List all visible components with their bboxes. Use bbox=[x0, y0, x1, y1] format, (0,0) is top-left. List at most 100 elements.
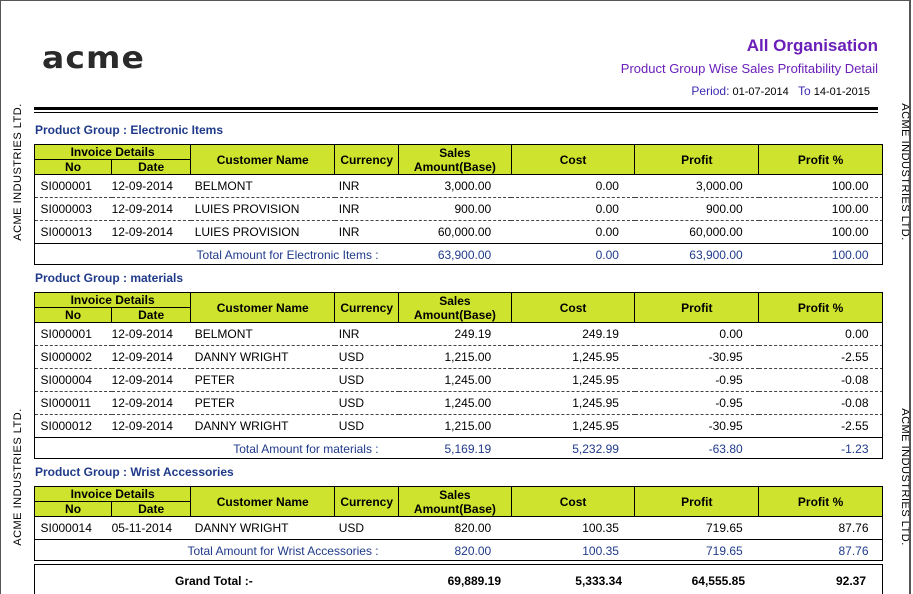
table-row: SI000013 12-09-2014 LUIES PROVISION INR 60,0… bbox=[34, 220, 883, 244]
grand-total-sales: 69,889.19 bbox=[447, 574, 501, 588]
cell-cost: 1,245.95 bbox=[511, 391, 635, 415]
header-currency: Currency bbox=[334, 144, 400, 175]
cell-invoice-no: SI000013 bbox=[34, 220, 112, 244]
side-label-right-top: ACME INDUSTRIES LTD. bbox=[898, 103, 911, 241]
side-label-left-bottom: ACME INDUSTRIES LTD. bbox=[11, 408, 24, 546]
cell-profit: 719.65 bbox=[634, 516, 759, 540]
cell-customer-name: LUIES PROVISION bbox=[190, 197, 335, 221]
table-row: SI000004 12-09-2014 PETER USD 1,245.00 1,245.… bbox=[34, 368, 883, 392]
organisation-title: All Organisation bbox=[746, 36, 878, 55]
group-total-label: Total Amount for materials : bbox=[34, 437, 399, 459]
header-cost: Cost bbox=[510, 486, 636, 517]
product-group-title: Product Group : Wrist Accessories bbox=[35, 465, 234, 479]
header-invoice-no: No bbox=[33, 501, 113, 517]
cell-cost: 1,245.95 bbox=[511, 414, 635, 438]
cell-sales-amount: 3,000.00 bbox=[398, 174, 512, 198]
grand-total-cost: 5,333.34 bbox=[575, 574, 622, 588]
cell-profit: 60,000.00 bbox=[634, 220, 759, 244]
side-label-left-top: ACME INDUSTRIES LTD. bbox=[11, 103, 24, 241]
product-group-title: Product Group : materials bbox=[35, 271, 184, 285]
cell-invoice-no: SI000001 bbox=[34, 174, 112, 198]
header-invoice-details: Invoice Details bbox=[33, 292, 192, 308]
cell-invoice-no: SI000003 bbox=[34, 197, 112, 221]
cell-invoice-date: 05-11-2014 bbox=[111, 516, 191, 540]
cell-invoice-date: 12-09-2014 bbox=[111, 414, 191, 438]
group-total-cost: 5,232.99 bbox=[511, 437, 635, 459]
table-row: SI000002 12-09-2014 DANNY WRIGHT USD 1,215.0… bbox=[34, 345, 883, 369]
group-total-profit: -63.80 bbox=[634, 437, 759, 459]
cell-invoice-no: SI000014 bbox=[34, 516, 112, 540]
cell-profit-pct: -0.08 bbox=[758, 368, 883, 392]
product-group-table: Invoice Details Customer Name Currency Sale… bbox=[33, 144, 883, 265]
cell-customer-name: DANNY WRIGHT bbox=[190, 345, 335, 369]
header-invoice-date: Date bbox=[111, 501, 192, 517]
cell-profit-pct: 100.00 bbox=[758, 220, 883, 244]
period-range: Period: 01-07-2014 To 14-01-2015 bbox=[691, 84, 870, 98]
header-invoice-details: Invoice Details bbox=[33, 144, 192, 160]
cell-profit-pct: 100.00 bbox=[758, 174, 883, 198]
period-to-label: To bbox=[797, 84, 811, 98]
cell-customer-name: PETER bbox=[190, 391, 335, 415]
period-from: 01-07-2014 bbox=[732, 86, 789, 98]
header-profit: Profit bbox=[634, 292, 760, 323]
header-profit-pct: Profit % bbox=[758, 292, 883, 323]
cell-invoice-no: SI000001 bbox=[34, 322, 112, 346]
header-currency: Currency bbox=[334, 292, 400, 323]
period-to: 14-01-2015 bbox=[813, 86, 870, 98]
grand-total-label: Grand Total :- bbox=[175, 574, 253, 588]
product-group-table: Invoice Details Customer Name Currency Sale… bbox=[33, 292, 883, 459]
cell-sales-amount: 900.00 bbox=[398, 197, 512, 221]
cell-profit: 0.00 bbox=[634, 322, 759, 346]
cell-invoice-date: 12-09-2014 bbox=[111, 197, 191, 221]
table-row: SI000012 12-09-2014 DANNY WRIGHT USD 1,215.0… bbox=[34, 414, 883, 438]
header-invoice-date: Date bbox=[111, 159, 192, 175]
cell-invoice-no: SI000002 bbox=[34, 345, 112, 369]
cell-profit-pct: -2.55 bbox=[758, 345, 883, 369]
table-row: SI000003 12-09-2014 LUIES PROVISION INR 900.… bbox=[34, 197, 883, 221]
header-profit-pct: Profit % bbox=[758, 486, 883, 517]
grand-total-row: Grand Total :- 69,889.19 5,333.34 64,555… bbox=[34, 564, 883, 594]
cell-invoice-date: 12-09-2014 bbox=[111, 345, 191, 369]
table-row: SI000001 12-09-2014 BELMONT INR 3,000.00 0.00… bbox=[34, 174, 883, 198]
cell-currency: USD bbox=[334, 516, 399, 540]
cell-cost: 249.19 bbox=[511, 322, 635, 346]
cell-currency: USD bbox=[334, 391, 399, 415]
cell-customer-name: LUIES PROVISION bbox=[190, 220, 335, 244]
period-label: Period: bbox=[691, 84, 730, 98]
group-total-profit-pct: 87.76 bbox=[758, 539, 883, 561]
cell-customer-name: BELMONT bbox=[190, 174, 335, 198]
cell-cost: 1,245.95 bbox=[511, 368, 635, 392]
group-total-profit: 63,900.00 bbox=[634, 243, 759, 265]
group-total-label: Total Amount for Electronic Items : bbox=[34, 243, 399, 265]
group-total-sales: 63,900.00 bbox=[398, 243, 512, 265]
cell-profit: -30.95 bbox=[634, 345, 759, 369]
grand-total-profit-pct: 92.37 bbox=[835, 574, 866, 588]
group-total-sales: 5,169.19 bbox=[398, 437, 512, 459]
group-total-row: Total Amount for Wrist Accessories :820.… bbox=[34, 539, 883, 561]
table-row: SI000001 12-09-2014 BELMONT INR 249.19 249.19… bbox=[34, 322, 883, 346]
group-total-profit-pct: -1.23 bbox=[758, 437, 883, 459]
header-sales-amount: Sales Amount(Base) bbox=[398, 486, 512, 517]
cell-currency: INR bbox=[334, 322, 399, 346]
group-total-cost: 0.00 bbox=[511, 243, 635, 265]
header-customer-name: Customer Name bbox=[190, 292, 336, 323]
report-title: Product Group Wise Sales Profitability D… bbox=[620, 61, 878, 76]
cell-invoice-date: 12-09-2014 bbox=[111, 174, 191, 198]
cell-profit: -0.95 bbox=[634, 391, 759, 415]
side-label-right-bottom: ACME INDUSTRIES LTD. bbox=[898, 408, 911, 546]
cell-sales-amount: 249.19 bbox=[398, 322, 512, 346]
header-profit-pct: Profit % bbox=[758, 144, 883, 175]
header-rule-thin bbox=[34, 112, 878, 113]
cell-cost: 0.00 bbox=[511, 220, 635, 244]
group-total-row: Total Amount for Electronic Items :63,90… bbox=[34, 243, 883, 265]
cell-invoice-no: SI000011 bbox=[34, 391, 112, 415]
cell-customer-name: DANNY WRIGHT bbox=[190, 516, 335, 540]
report-page: acme All Organisation Product Group Wise… bbox=[0, 0, 911, 594]
cell-invoice-date: 12-09-2014 bbox=[111, 368, 191, 392]
cell-profit: -0.95 bbox=[634, 368, 759, 392]
header-sales-amount: Sales Amount(Base) bbox=[398, 144, 512, 175]
cell-sales-amount: 1,245.00 bbox=[398, 391, 512, 415]
header-profit: Profit bbox=[634, 486, 760, 517]
header-customer-name: Customer Name bbox=[190, 486, 336, 517]
group-total-row: Total Amount for materials :5,169.19 5,23… bbox=[34, 437, 883, 459]
